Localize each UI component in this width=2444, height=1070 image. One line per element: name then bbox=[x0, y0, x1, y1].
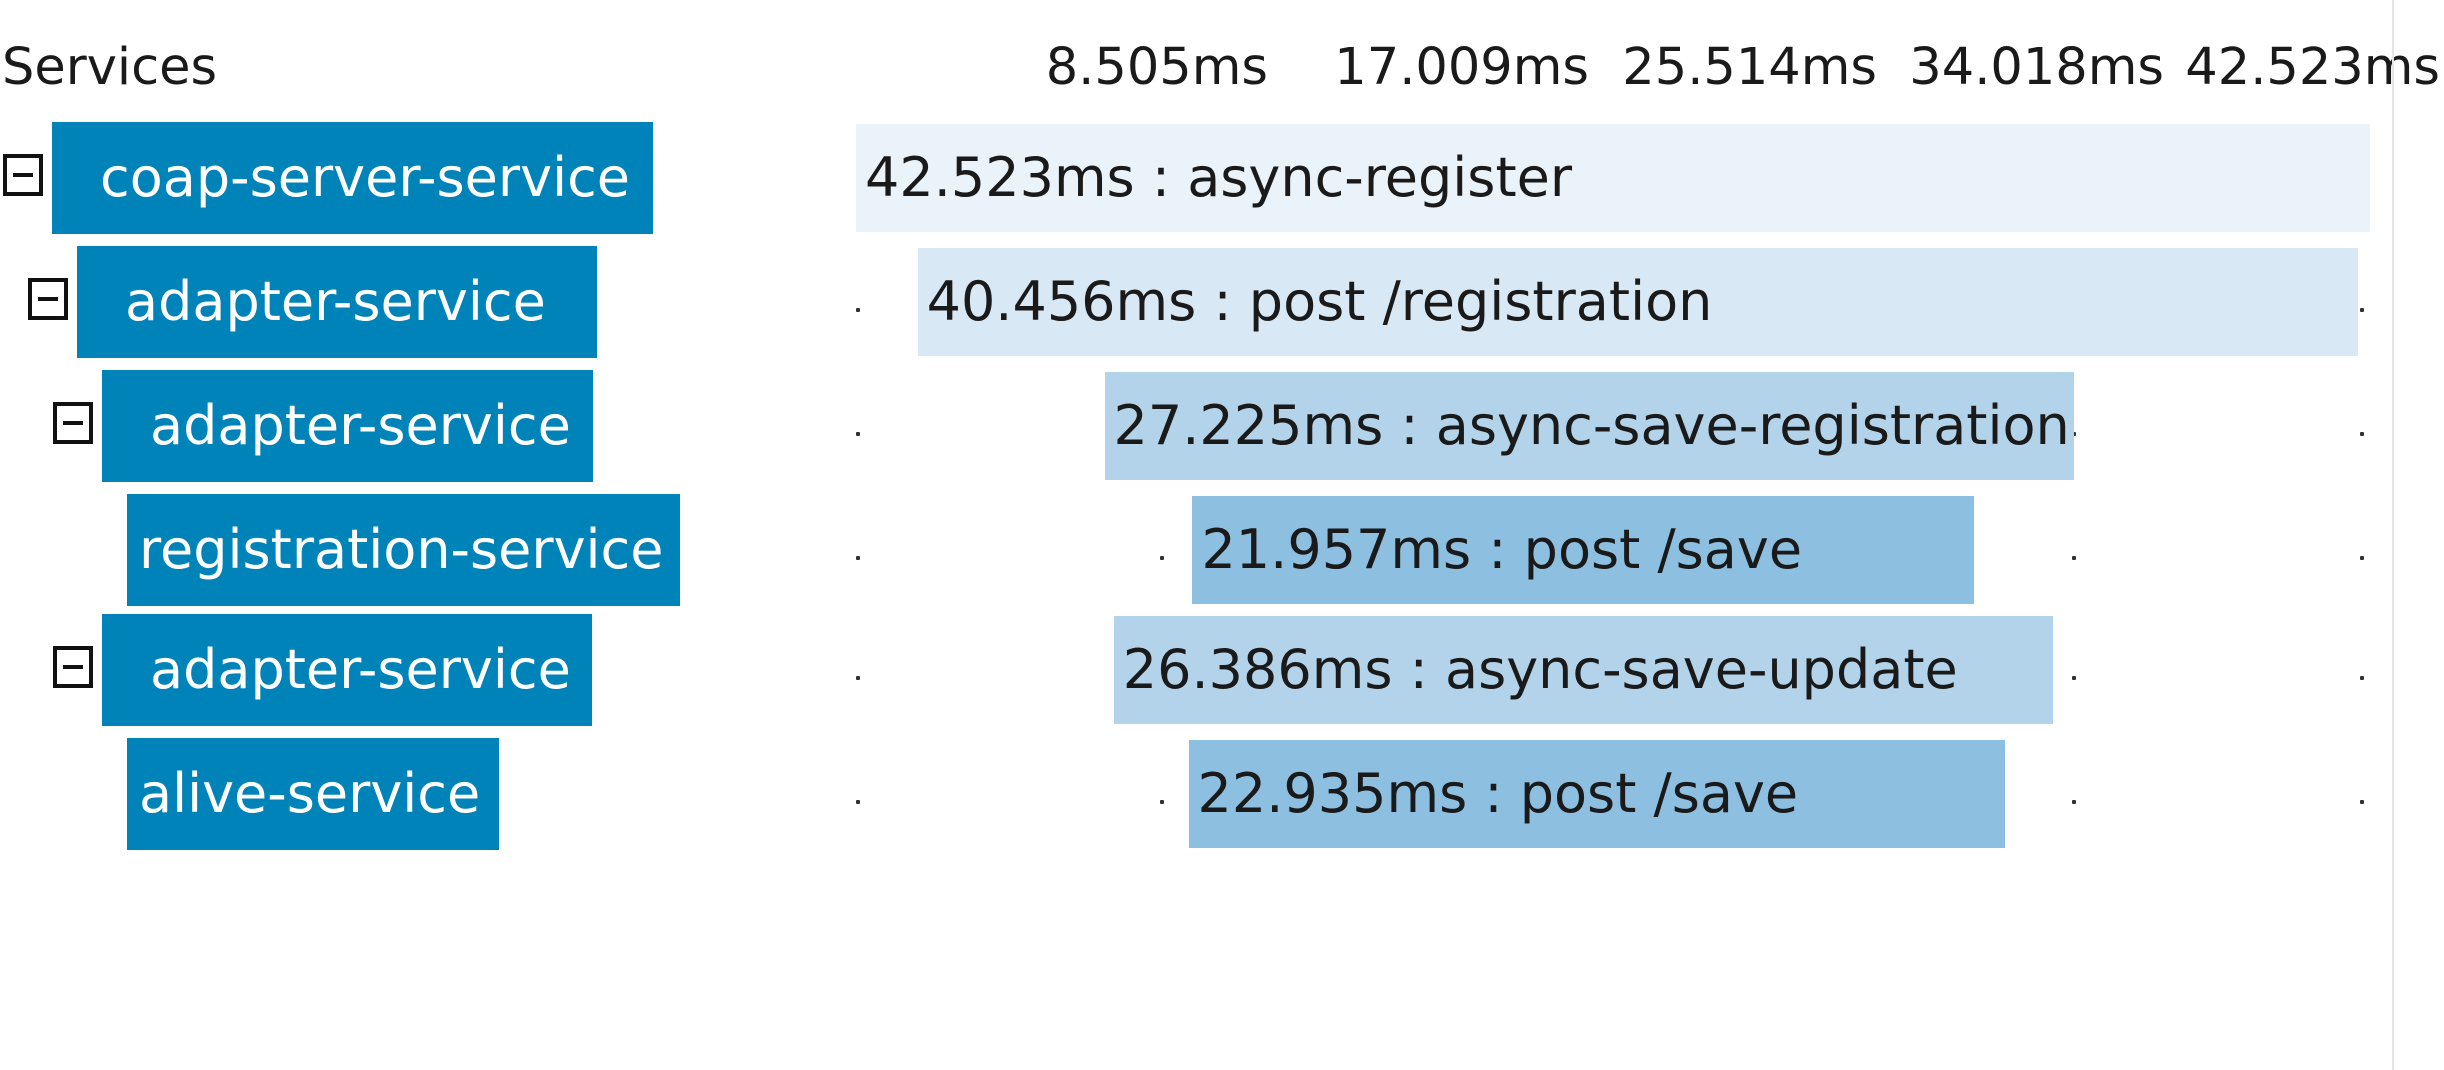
service-name-box[interactable]: adapter-service bbox=[77, 246, 597, 358]
span-label: 22.935ms : post /save bbox=[1197, 762, 1799, 825]
collapse-toggle-icon[interactable] bbox=[53, 402, 93, 444]
service-name-box[interactable]: coap-server-service bbox=[52, 122, 653, 234]
collapse-toggle-icon[interactable] bbox=[53, 646, 93, 688]
panel-divider bbox=[2392, 0, 2394, 1070]
service-row: adapter-service bbox=[0, 370, 800, 482]
time-tick-label: 42.523ms bbox=[2185, 38, 2440, 97]
service-name-box[interactable]: alive-service bbox=[127, 738, 499, 850]
span-label: 40.456ms : post /registration bbox=[926, 270, 1713, 333]
service-name-box[interactable]: adapter-service bbox=[102, 370, 593, 482]
time-tick-label: 8.505ms bbox=[1045, 38, 1268, 97]
service-row: adapter-service bbox=[0, 614, 800, 726]
grid-dot bbox=[2360, 800, 2364, 804]
grid-dot bbox=[2072, 800, 2076, 804]
span-label: 21.957ms : post /save bbox=[1201, 518, 1803, 581]
grid-dot bbox=[2360, 676, 2364, 680]
collapse-toggle-icon[interactable] bbox=[28, 278, 68, 320]
grid-dot bbox=[1160, 800, 1164, 804]
grid-dot bbox=[856, 308, 860, 312]
grid-dot bbox=[856, 432, 860, 436]
time-tick-label: 34.018ms bbox=[1909, 38, 2164, 97]
services-column-header: Services bbox=[2, 38, 218, 97]
service-row: registration-service bbox=[0, 494, 800, 606]
grid-dot bbox=[856, 676, 860, 680]
span-label: 42.523ms : async-register bbox=[865, 146, 1573, 209]
grid-dot bbox=[2072, 556, 2076, 560]
grid-dot bbox=[2360, 432, 2364, 436]
grid-dot bbox=[2360, 308, 2364, 312]
service-name-box[interactable]: adapter-service bbox=[102, 614, 592, 726]
service-row: coap-server-service bbox=[0, 122, 800, 234]
span-label: 27.225ms : async-save-registration bbox=[1113, 394, 2070, 457]
span-label: 26.386ms : async-save-update bbox=[1122, 638, 1958, 701]
service-row: alive-service bbox=[0, 738, 800, 850]
grid-dot bbox=[2360, 556, 2364, 560]
collapse-toggle-icon[interactable] bbox=[3, 154, 43, 196]
time-tick-label: 25.514ms bbox=[1622, 38, 1877, 97]
grid-dot bbox=[856, 800, 860, 804]
time-tick-label: 17.009ms bbox=[1334, 38, 1589, 97]
grid-dot bbox=[1160, 556, 1164, 560]
service-name-box[interactable]: registration-service bbox=[127, 494, 680, 606]
service-row: adapter-service bbox=[0, 246, 800, 358]
grid-dot bbox=[856, 556, 860, 560]
grid-dot bbox=[2072, 676, 2076, 680]
trace-timeline-view: Services 8.505ms 17.009ms 25.514ms 34.01… bbox=[0, 0, 2444, 1070]
